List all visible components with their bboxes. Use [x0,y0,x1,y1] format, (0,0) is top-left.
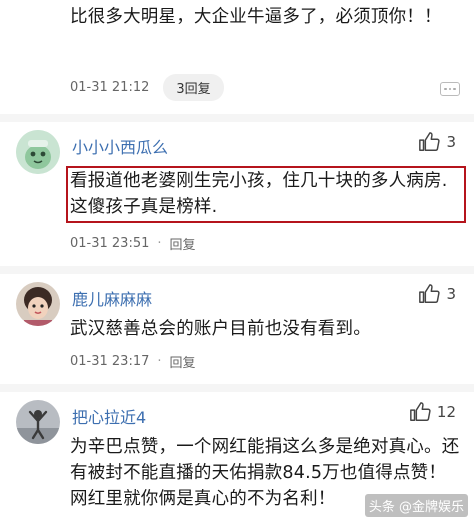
divider [0,384,474,392]
thumbs-up-icon [410,402,431,421]
like-button[interactable]: 3 [418,131,456,153]
reply-count-button[interactable]: 3回复 [163,74,224,101]
comment-text: 武汉慈善总会的账户目前也没有看到。 [70,319,371,339]
like-count: 3 [446,285,456,303]
highlight-box [66,166,466,223]
divider [0,114,474,122]
comment-time: 01-31 23:51 [70,236,150,251]
like-button[interactable]: 12 [409,401,456,423]
username[interactable]: 鹿儿麻麻麻 [72,286,152,310]
username[interactable]: 把心拉近4 [72,404,146,428]
comment-text: 比很多大明星，大企业牛逼多了，必须顶你！！ [70,7,442,27]
avatar[interactable] [16,282,60,326]
watermark: 头条 @金牌娱乐 [364,494,468,517]
like-count: 12 [436,403,456,421]
reply-button[interactable]: 回复 [170,352,196,371]
avatar[interactable] [16,400,60,444]
comment-meta: 01-31 23:17 · 回复 [70,352,196,371]
like-button[interactable]: 3 [418,283,456,305]
comment-meta: 01-31 21:12 3回复 [70,74,224,101]
thumbs-up-icon [419,284,441,303]
avatar[interactable] [16,130,60,174]
comment-time: 01-31 23:17 [70,354,150,369]
username[interactable]: 小小小西瓜么 [72,134,168,158]
like-count: 3 [446,133,456,151]
thumbs-up-icon [419,132,441,151]
comment-meta: 01-31 23:51 · 回复 [70,234,196,253]
more-options-icon[interactable] [440,82,460,96]
divider [0,266,474,274]
comment-time: 01-31 21:12 [70,80,150,95]
reply-button[interactable]: 回复 [170,234,196,253]
